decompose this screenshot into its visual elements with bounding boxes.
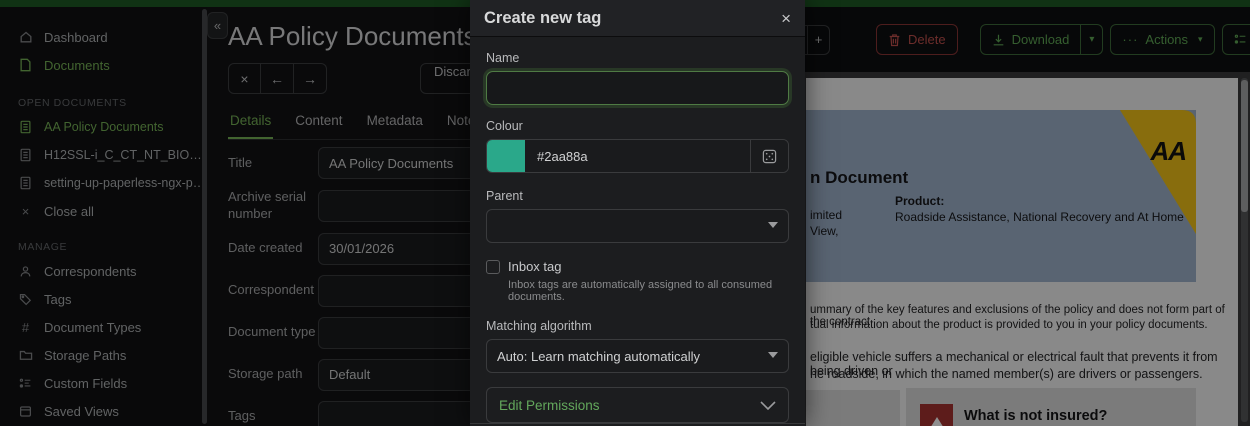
app-root: Dashboard Documents OPEN DOCUMENTS AA Po… — [0, 0, 1250, 426]
inbox-tag-checkbox[interactable] — [486, 260, 500, 274]
edit-permissions-label: Edit Permissions — [499, 398, 600, 413]
edit-permissions-accordion[interactable]: Edit Permissions — [486, 387, 789, 423]
matching-algorithm-label: Matching algorithm — [486, 319, 789, 333]
colour-value-input[interactable]: #2aa88a — [525, 140, 750, 172]
random-colour-button[interactable] — [750, 140, 788, 172]
matching-algorithm-select[interactable]: Auto: Learn matching automatically — [486, 339, 789, 373]
close-icon[interactable]: × — [781, 10, 791, 27]
dice-icon — [762, 149, 777, 164]
inbox-tag-label: Inbox tag — [508, 259, 562, 274]
chevron-down-icon — [768, 352, 778, 358]
colour-label: Colour — [486, 119, 789, 133]
modal-body: Name Colour #2aa88a Parent Inbox tag Inb… — [470, 37, 805, 423]
parent-label: Parent — [486, 189, 789, 203]
create-tag-modal: Create new tag × Name Colour #2aa88a Par… — [470, 0, 805, 426]
matching-algorithm-value: Auto: Learn matching automatically — [497, 349, 700, 364]
parent-select[interactable] — [486, 209, 789, 243]
modal-header: Create new tag × — [470, 0, 805, 37]
tag-name-input[interactable] — [486, 71, 789, 105]
name-label: Name — [486, 51, 789, 65]
chevron-down-icon — [760, 401, 776, 410]
modal-title: Create new tag — [484, 9, 601, 28]
colour-swatch[interactable] — [487, 140, 525, 172]
inbox-tag-hint: Inbox tags are automatically assigned to… — [508, 279, 789, 303]
colour-field: #2aa88a — [486, 139, 789, 173]
chevron-down-icon — [768, 222, 778, 228]
